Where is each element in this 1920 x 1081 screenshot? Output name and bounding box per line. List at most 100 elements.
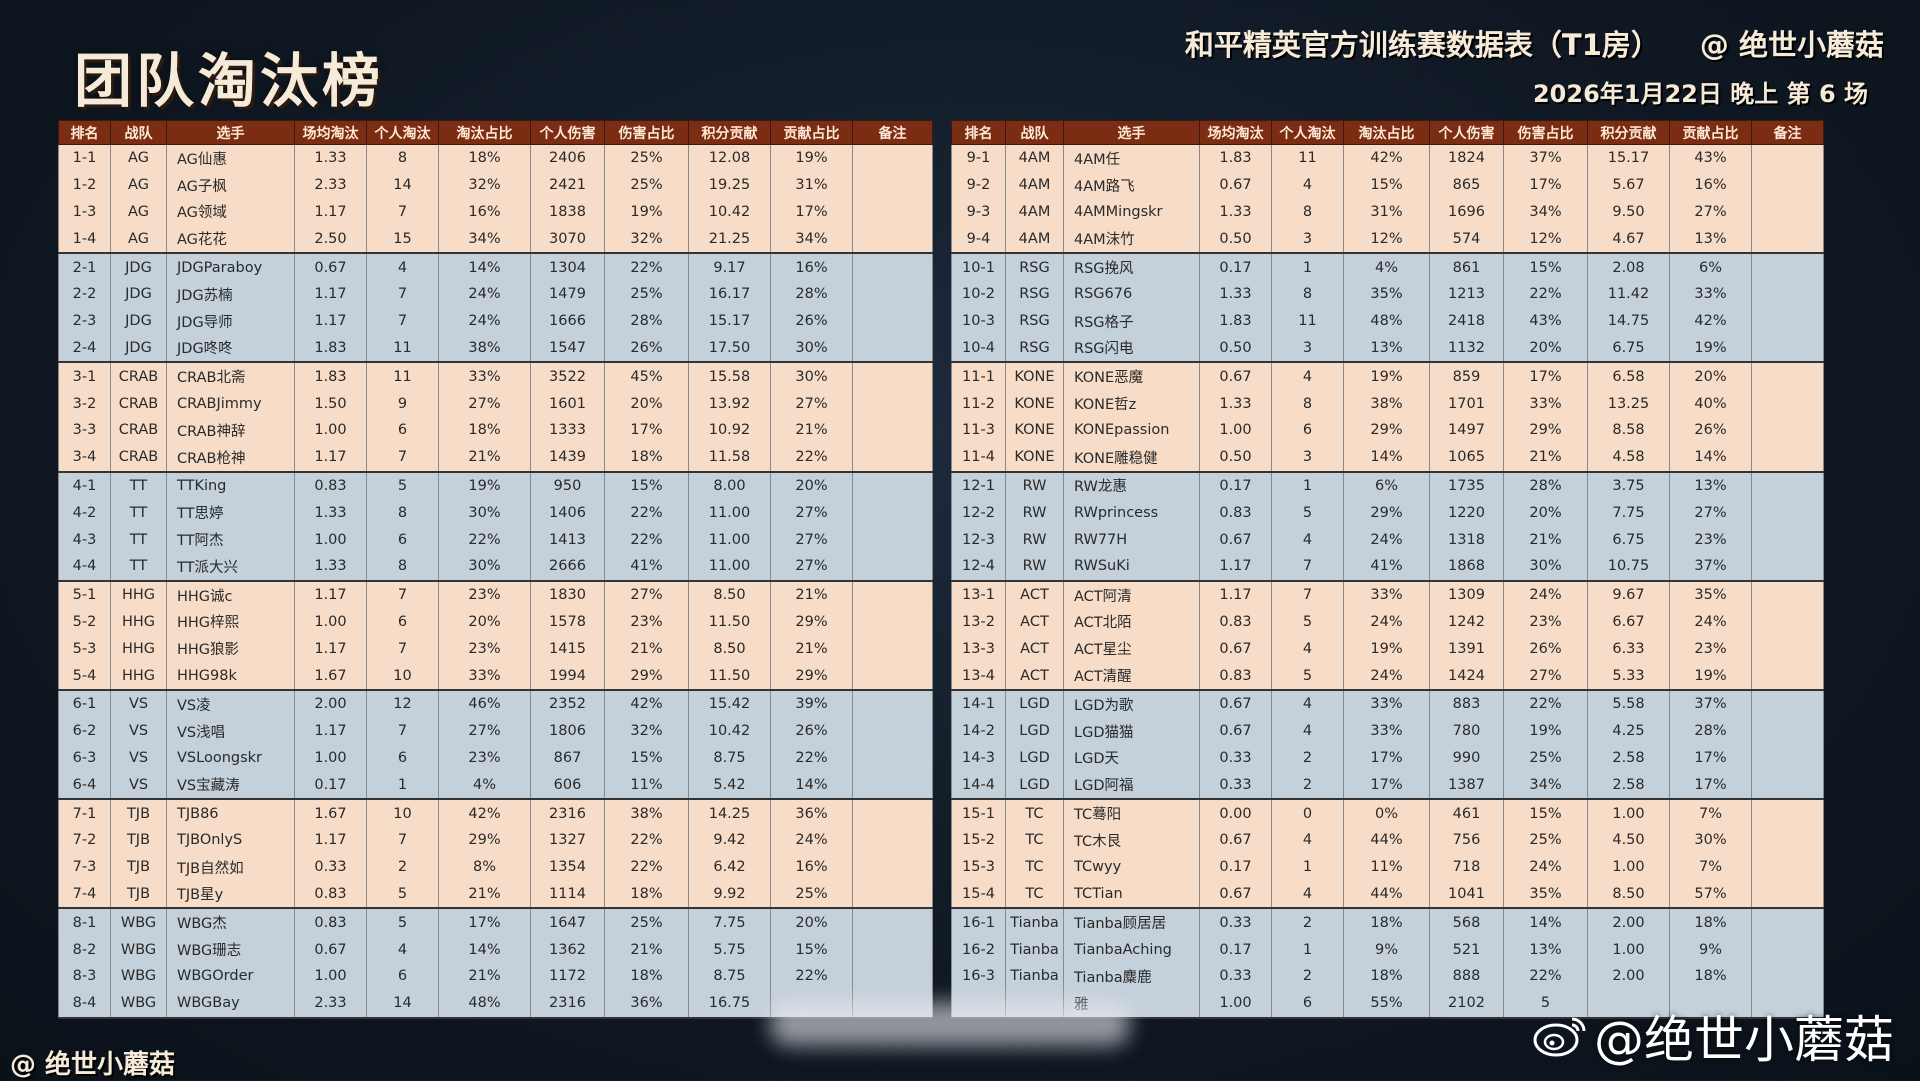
table-cell: 27% xyxy=(1669,198,1752,226)
table-cell: 4 xyxy=(366,253,439,281)
table-cell: ACT xyxy=(1005,635,1064,663)
table-cell: 1.83 xyxy=(1199,144,1272,172)
table-cell xyxy=(1751,853,1824,881)
table-cell: 3-2 xyxy=(58,390,111,417)
table-cell: 42% xyxy=(438,799,531,827)
table-cell: RW xyxy=(1005,526,1064,553)
table-cell: KONE哲z xyxy=(1063,390,1200,417)
table-cell: 3.75 xyxy=(1587,471,1670,500)
table-cell: 1304 xyxy=(530,253,605,281)
table-cell: 7 xyxy=(366,717,439,745)
table-cell: TTKing xyxy=(166,471,295,500)
table-cell: 18% xyxy=(438,416,531,444)
table-cell: 4AMMingskr xyxy=(1063,198,1200,226)
table-cell: 11-2 xyxy=(951,390,1006,417)
table-cell xyxy=(852,144,933,172)
table-cell xyxy=(852,253,933,281)
table-cell: 45% xyxy=(604,362,689,391)
table-row: 3-2 CRAB CRABJimmy 1.50 9 27% 1601 20% 13.92 27% xyxy=(58,390,933,417)
table-cell: 29% xyxy=(1343,499,1430,527)
table-cell xyxy=(852,744,933,772)
table-cell: 6 xyxy=(366,608,439,636)
table-cell: TC xyxy=(1005,880,1064,910)
stats-table-left: 排名 战队 选手 场均淘汰 个人淘汰 淘汰占比 个人伤害 伤害占比 积分贡献 贡献占比 备注 1-1… xyxy=(58,120,933,1019)
table-cell: 5 xyxy=(366,880,439,910)
table-cell: 14-1 xyxy=(951,689,1006,718)
table-cell: LGD天 xyxy=(1063,744,1200,772)
table-cell: 27% xyxy=(770,526,853,553)
column-header: 排名 xyxy=(58,120,111,145)
table-cell: 5-1 xyxy=(58,580,111,609)
table-cell: 17% xyxy=(604,416,689,444)
table-row: 14-1 LGD LGD为歌 0.67 4 33% 883 22% 5.58 37% xyxy=(951,689,1824,718)
table-cell: 0.67 xyxy=(1199,826,1272,854)
table-cell: AG xyxy=(110,225,167,255)
table-cell: 4-4 xyxy=(58,552,111,582)
table-cell: 25% xyxy=(770,880,853,910)
table-cell: CRAB xyxy=(110,443,167,473)
table-cell: 19% xyxy=(604,198,689,226)
table-cell: 4.67 xyxy=(1587,225,1670,255)
table-cell: RWprincess xyxy=(1063,499,1200,527)
table-cell: 1354 xyxy=(530,853,605,881)
column-header: 选手 xyxy=(1063,120,1200,145)
table-cell: 12-2 xyxy=(951,499,1006,527)
table-cell: 11.00 xyxy=(688,499,771,527)
table-cell: 9-2 xyxy=(951,171,1006,199)
table-cell: 888 xyxy=(1429,962,1504,990)
table-cell: RSG xyxy=(1005,253,1064,281)
table-cell: 11.58 xyxy=(688,443,771,473)
table-row: 4-3 TT TT阿杰 1.00 6 22% 1413 22% 11.00 27% xyxy=(58,526,933,553)
table-cell: 22% xyxy=(604,826,689,854)
table-cell: 18% xyxy=(1669,962,1752,990)
table-cell: WBG xyxy=(110,936,167,963)
table-cell: 17% xyxy=(438,908,531,937)
table-cell: 6.58 xyxy=(1587,362,1670,391)
table-cell: 1.00 xyxy=(1587,799,1670,827)
table-cell: RW xyxy=(1005,471,1064,500)
table-cell: 28% xyxy=(1503,471,1588,500)
table-row: 3-1 CRAB CRAB北斋 1.83 11 33% 3522 45% 15.58 30% xyxy=(58,362,933,391)
table-cell: TC xyxy=(1005,853,1064,881)
table-cell: HHG xyxy=(110,635,167,663)
table-row: 12-1 RW RW龙惠 0.17 1 6% 1735 28% 3.75 13% xyxy=(951,471,1824,500)
table-cell xyxy=(852,799,933,827)
table-row: 5-4 HHG HHG98k 1.67 10 33% 1994 29% 11.50 29% xyxy=(58,662,933,691)
table-cell: 30% xyxy=(438,552,531,582)
table-cell: 34% xyxy=(1503,198,1588,226)
table-cell xyxy=(1751,744,1824,772)
table-cell: 35% xyxy=(1343,280,1430,308)
table-cell xyxy=(1751,962,1824,990)
table-cell: 14-4 xyxy=(951,771,1006,801)
table-cell xyxy=(1751,307,1824,335)
table-cell: TianbaAching xyxy=(1063,936,1200,963)
table-cell: 35% xyxy=(1503,880,1588,910)
table-cell: 17% xyxy=(770,198,853,226)
table-cell: 8.50 xyxy=(1587,880,1670,910)
table-cell: 4AM xyxy=(1005,144,1064,172)
table-cell: 22% xyxy=(770,744,853,772)
table-cell: 19% xyxy=(770,144,853,172)
table-cell: 13% xyxy=(1343,334,1430,364)
table-cell: WBG杰 xyxy=(166,908,295,937)
table-cell xyxy=(852,880,933,910)
table-cell: 14% xyxy=(1669,443,1752,473)
table-cell: 6 xyxy=(366,526,439,553)
table-cell: 11-3 xyxy=(951,416,1006,444)
table-cell: 4 xyxy=(1271,171,1344,199)
table-cell: 7% xyxy=(1669,799,1752,827)
table-cell: 28% xyxy=(604,307,689,335)
table-cell: CRAB xyxy=(110,416,167,444)
table-cell: 11% xyxy=(604,771,689,801)
table-cell: 2.50 xyxy=(294,225,367,255)
table-cell: 42% xyxy=(1343,144,1430,172)
table-cell: 43% xyxy=(1669,144,1752,172)
table-cell: 1647 xyxy=(530,908,605,937)
table-cell: 27% xyxy=(770,552,853,582)
table-cell: 0.83 xyxy=(1199,608,1272,636)
table-cell: 44% xyxy=(1343,880,1430,910)
table-cell: JDG xyxy=(110,334,167,364)
table-cell: CRAB北斋 xyxy=(166,362,295,391)
table-cell: 31% xyxy=(770,171,853,199)
table-cell: 4 xyxy=(1271,826,1344,854)
